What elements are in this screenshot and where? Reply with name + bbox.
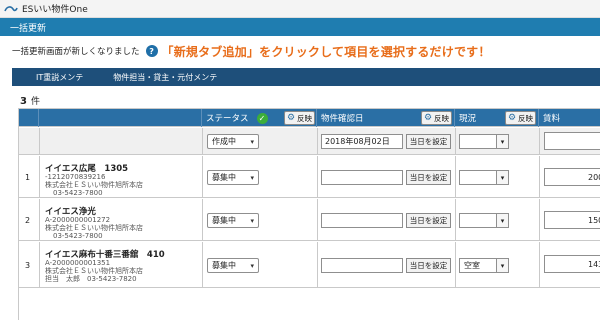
row-number: 3	[25, 261, 31, 270]
current-value	[459, 170, 497, 185]
chevron-down-icon: ▾	[250, 174, 254, 182]
property-phone: 担当 太郎 03-5423-7820	[45, 275, 137, 283]
notice-callout: 「新規タブ追加」をクリックして項目を選択するだけです！	[161, 44, 491, 59]
gear-icon: ⚙	[508, 112, 517, 123]
result-count-value: 3	[20, 96, 27, 107]
title-bar: ESいい物件One	[0, 0, 600, 18]
current-value: 空室	[459, 258, 497, 273]
chevron-down-icon: ▾	[250, 262, 254, 270]
gear-icon: ⚙	[287, 112, 296, 123]
property-phone: 03-5423-7800	[53, 232, 103, 240]
set-today-button[interactable]: 当日を設定	[406, 258, 451, 273]
status-value: 募集中	[212, 261, 236, 270]
property-phone: 03-5423-7800	[53, 189, 103, 197]
rent-input[interactable]: 143,00	[544, 255, 600, 273]
bulk-confirm-date-value: 2018年08月02日	[325, 137, 390, 146]
app-title: ESいい物件One	[22, 5, 88, 15]
bulk-current-value	[459, 134, 497, 149]
confirm-date-input[interactable]	[321, 170, 403, 185]
table-row: 1 イイエス広尾 1305 -1212070839216 株式会社ＥＳいい物件旭…	[19, 156, 600, 198]
result-count: 3件	[20, 94, 40, 107]
status-value: 募集中	[212, 216, 236, 225]
sub-nav: IT重説メンテ 物件担当・貸主・元付メンテ	[12, 68, 600, 86]
header-status-label: ステータス	[206, 114, 249, 124]
grid-header: ステータス ✓ ⚙ 反映 物件確認日 ⚙ 反映 現況 ⚙ 反映 賃料	[19, 109, 600, 127]
rent-input[interactable]: 150,00	[544, 211, 600, 229]
bulk-set-today-button[interactable]: 当日を設定	[406, 134, 451, 149]
set-today-button[interactable]: 当日を設定	[406, 170, 451, 185]
current-select[interactable]: ▾	[459, 213, 509, 228]
status-select[interactable]: 募集中 ▾	[207, 170, 259, 185]
reflect-label: 反映	[518, 113, 533, 123]
help-icon[interactable]: ?	[145, 45, 158, 57]
status-value: 募集中	[212, 173, 236, 182]
header-rownum	[19, 109, 39, 127]
table-row: 3 イイエス麻布十番三番舘 410 A-2000000001351 株式会社ＥＳ…	[19, 242, 600, 288]
check-icon: ✓	[256, 112, 268, 124]
row-number: 1	[25, 173, 31, 182]
current-select[interactable]: 空室 ▾	[459, 258, 509, 273]
bulk-confirm-date-input[interactable]: 2018年08月02日	[321, 134, 403, 149]
status-select[interactable]: 募集中 ▾	[207, 213, 259, 228]
reflect-label: 反映	[297, 113, 312, 123]
property-code: A-2000000001272	[45, 216, 111, 224]
property-company: 株式会社ＥＳいい物件旭所本店	[45, 224, 143, 232]
notice-banner: 一括更新画面が新しくなりました ? 「新規タブ追加」をクリックして項目を選択する…	[12, 40, 491, 62]
result-count-unit: 件	[30, 97, 40, 107]
header-status: ステータス ✓ ⚙ 反映	[202, 109, 317, 127]
bulk-set-row: 作成中 ▾ 2018年08月02日 当日を設定 ▾	[19, 128, 600, 155]
bulk-status-value: 作成中	[212, 137, 236, 146]
header-property	[39, 109, 202, 127]
current-value	[459, 213, 497, 228]
bulk-update-grid: ステータス ✓ ⚙ 反映 物件確認日 ⚙ 反映 現況 ⚙ 反映 賃料 作成中 ▾…	[18, 108, 600, 320]
set-today-button[interactable]: 当日を設定	[406, 213, 451, 228]
gear-icon: ⚙	[424, 112, 433, 123]
property-code: -1212070839216	[45, 173, 106, 181]
notice-text: 一括更新画面が新しくなりました	[12, 47, 140, 57]
confirm-date-input[interactable]	[321, 258, 403, 273]
reflect-label: 反映	[434, 113, 449, 123]
chevron-down-icon[interactable]: ▾	[497, 134, 509, 149]
header-rent-label: 賃料	[543, 114, 561, 124]
table-row: 2 イイエス浄光 A-2000000001272 株式会社ＥＳいい物件旭所本店 …	[19, 199, 600, 241]
current-reflect-button[interactable]: ⚙ 反映	[505, 111, 536, 125]
chevron-down-icon[interactable]: ▾	[497, 170, 509, 185]
confirm-date-reflect-button[interactable]: ⚙ 反映	[421, 111, 452, 125]
tab-property-owner[interactable]: 物件担当・貸主・元付メンテ	[83, 72, 217, 83]
header-confirm-date: 物件確認日 ⚙ 反映	[317, 109, 455, 127]
section-title: 一括更新	[10, 23, 47, 34]
chevron-down-icon: ▾	[250, 217, 254, 225]
property-company: 株式会社ＥＳいい物件旭所本店	[45, 267, 143, 275]
current-select[interactable]: ▾	[459, 170, 509, 185]
chevron-down-icon: ▾	[250, 138, 254, 146]
section-header: 一括更新	[0, 18, 600, 36]
status-reflect-button[interactable]: ⚙ 反映	[284, 111, 315, 125]
status-select[interactable]: 募集中 ▾	[207, 258, 259, 273]
property-company: 株式会社ＥＳいい物件旭所本店	[45, 181, 143, 189]
header-rent: 賃料	[539, 109, 600, 127]
property-code: A-2000000001351	[45, 259, 111, 267]
confirm-date-input[interactable]	[321, 213, 403, 228]
bulk-status-select[interactable]: 作成中 ▾	[207, 134, 259, 149]
chevron-down-icon[interactable]: ▾	[497, 258, 509, 273]
tab-it-explanation[interactable]: IT重説メンテ	[12, 72, 83, 83]
header-current: 現況 ⚙ 反映	[455, 109, 539, 127]
app-logo-icon	[4, 4, 18, 14]
header-confirm-date-label: 物件確認日	[321, 114, 364, 124]
header-current-label: 現況	[459, 114, 477, 124]
rent-input[interactable]: 200,00	[544, 168, 600, 186]
bulk-rent-input[interactable]	[544, 132, 600, 150]
row-number: 2	[25, 216, 31, 225]
chevron-down-icon[interactable]: ▾	[497, 213, 509, 228]
bulk-current-select[interactable]: ▾	[459, 134, 509, 149]
